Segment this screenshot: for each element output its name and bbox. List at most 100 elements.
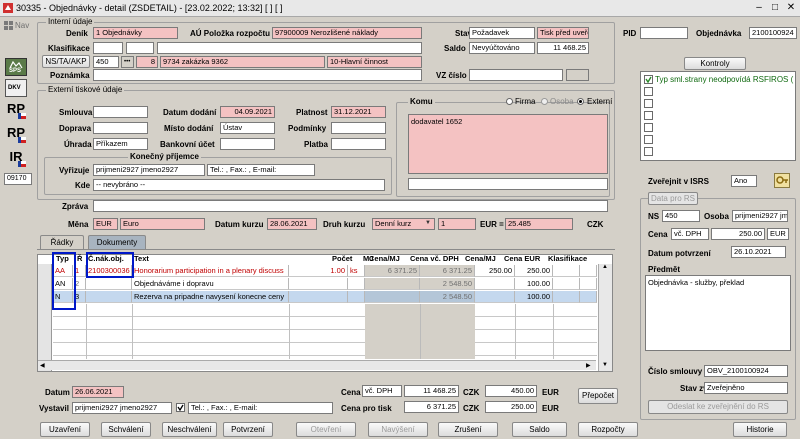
stav-field[interactable]: Požadavek [469,27,535,39]
tab-dokumenty[interactable]: Dokumenty [88,235,146,250]
dkv-icon[interactable]: DKV [5,79,27,97]
rp-icon-2[interactable]: RP [4,123,28,145]
akp-field[interactable]: 9734 zakázka 9362 [160,56,325,68]
tab-radky[interactable]: Řádky [40,235,84,250]
key-icon[interactable] [774,173,790,188]
neschvaleni-button[interactable]: Neschválení [162,422,217,437]
platnost-field[interactable]: 31.12.2021 [331,106,386,118]
row-cenamj2[interactable] [475,278,515,290]
au-field[interactable]: 97900009 Nerozlišené náklady [272,27,422,39]
cinnost-field[interactable]: 10-Hlavní činnost [327,56,422,68]
scroll-right-icon[interactable]: ▶ [586,362,591,369]
kontroly-checkbox-7[interactable] [644,147,653,156]
klasifikace-field-1[interactable] [93,42,123,54]
rp-icon[interactable]: RP [4,99,28,121]
nav-button[interactable]: Nav [3,19,33,33]
poznamka-field[interactable] [93,69,422,81]
stav-field-2[interactable]: Tisk před uveřejn [537,27,589,39]
misto-dodani-field[interactable]: Ústav [220,122,275,134]
historie-button[interactable]: Historie [733,422,787,437]
podminky-field[interactable] [331,122,386,134]
schvaleni-button[interactable]: Schválení [101,422,151,437]
row-cenamj2[interactable] [475,291,515,303]
grid-hscrollbar[interactable]: ◀ ▶ [38,360,596,370]
row-pocet[interactable] [289,278,348,290]
data-pro-rs-button[interactable]: Data pro RS [648,192,698,205]
navyseni-button[interactable]: Navýšení [368,422,428,437]
zverejnit-field[interactable]: Ano [731,175,757,187]
scroll-up-icon[interactable]: ▲ [602,264,608,270]
osoba-radio[interactable] [541,98,548,105]
row-cenamj2[interactable]: 250.00 [475,265,515,277]
uhrada-field[interactable]: Příkazem [93,138,148,150]
pid-field[interactable] [640,27,688,39]
ns-field[interactable]: 450 [93,56,119,68]
row-cnak[interactable] [86,291,132,303]
klasifikace-field-2[interactable] [126,42,154,54]
row-pocet[interactable]: 1.00 [289,265,348,277]
row-klas-2[interactable] [580,278,597,290]
row-klas[interactable] [553,278,580,290]
potvrzeni-button[interactable]: Potvrzení [223,422,273,437]
cena-type-field[interactable]: vč. DPH [362,385,402,397]
vyrizuje-field[interactable]: prijmeni2927 jmeno2927 [93,164,205,176]
row-cnak[interactable] [86,278,132,290]
uzavreni-button[interactable]: Uzavření [40,422,90,437]
datum-dodani-field[interactable]: 04.09.2021 [220,106,275,118]
row-text[interactable]: Rezerva na pripadne navysení konecne cen… [132,291,289,303]
komu-textarea[interactable]: dodavatel 1652 [408,114,608,174]
vystavil-checkbox[interactable] [176,403,185,412]
close-icon[interactable]: ✕ [784,1,798,14]
minimize-icon[interactable]: – [752,1,766,14]
scroll-left-icon[interactable]: ◀ [40,362,45,369]
row-pocet[interactable] [289,291,348,303]
kurz-value-field[interactable]: 25.485 [505,218,573,230]
mena-code-field[interactable]: EUR [93,218,118,230]
row-text[interactable]: Honorarium participation in a plenary di… [132,265,289,277]
odeslat-rs-button[interactable]: Odeslat ke zveřejnění do RS [648,400,788,414]
zprava-field[interactable] [93,200,608,212]
zruseni-button[interactable]: Zrušení [438,422,498,437]
rozpocty-button[interactable]: Rozpočty [578,422,638,437]
prepocet-button[interactable]: Přepočet [578,388,618,404]
ns-ta-akp-button[interactable]: NS/TA/AKP [42,55,90,68]
kontroly-button[interactable]: Kontroly [684,57,746,70]
table-row[interactable]: AN 2 Objednáváme i dopravu 2 548.50 100.… [53,278,597,290]
saldo-button[interactable]: Saldo [512,422,567,437]
klasifikace-field-3[interactable] [157,42,422,54]
datum-field[interactable]: 26.06.2021 [72,386,124,398]
kontroly-checkbox-4[interactable] [644,111,653,120]
kontroly-checkbox-1[interactable] [644,75,653,84]
row-text[interactable]: Objednáváme i dopravu [132,278,289,290]
maximize-icon[interactable]: □ [768,1,782,14]
kontroly-checkbox-2[interactable] [644,87,653,96]
sps-icon[interactable]: SPS [5,58,27,76]
ns-dots-button[interactable]: ••• [121,56,134,68]
ta-field[interactable]: 8 [136,56,158,68]
chevron-down-icon[interactable]: ▼ [425,220,431,226]
grid-scrollbar[interactable]: ▲ ▼ [598,264,612,371]
table-row-selected[interactable]: N 3 Rezerva na pripadne navysení konecne… [53,291,597,303]
platba-field[interactable] [331,138,386,150]
kurz-qty-field[interactable]: 1 [438,218,476,230]
row-klas[interactable] [553,265,580,277]
doprava-field[interactable] [93,122,148,134]
kontroly-checkbox-6[interactable] [644,135,653,144]
bankovni-ucet-field[interactable] [220,138,275,150]
datum-kurzu-field[interactable]: 28.06.2021 [267,218,317,230]
row-klas-2[interactable] [580,265,597,277]
smlouva-field[interactable] [93,106,148,118]
vz-cislo-field[interactable] [469,69,563,81]
komu-field-2[interactable] [408,178,608,190]
kontroly-checkbox-5[interactable] [644,123,653,132]
row-klas[interactable] [553,291,580,303]
row-klas-2[interactable] [580,291,597,303]
externi-radio[interactable] [577,98,584,105]
kde-field[interactable]: -- nevybráno -- [93,179,385,191]
denik-field[interactable]: 1 Objednávky [93,27,178,39]
kontroly-checkbox-3[interactable] [644,99,653,108]
scroll-down-icon[interactable]: ▼ [602,362,608,368]
vystavil-field[interactable]: prijmeni2927 jmeno2927 [72,402,172,414]
firma-radio[interactable] [506,98,513,105]
ir-icon[interactable]: IR [4,147,28,169]
